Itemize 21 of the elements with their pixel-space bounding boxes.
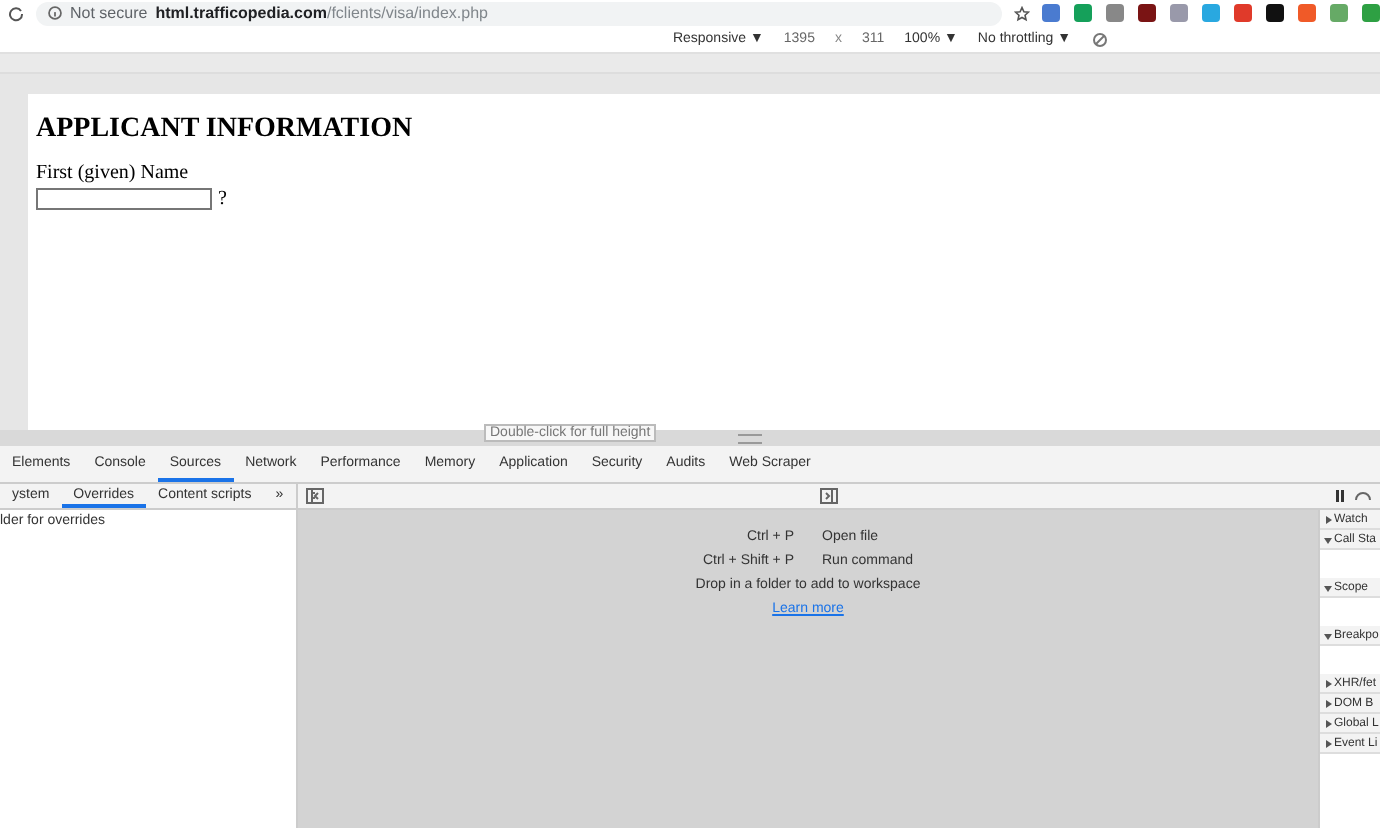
disclosure-triangle-icon[interactable]	[1324, 535, 1332, 543]
disclosure-triangle-icon[interactable]	[1324, 515, 1332, 523]
star-icon[interactable]	[1014, 5, 1030, 21]
security-label: Not secure	[70, 4, 148, 22]
disclosure-triangle-icon[interactable]	[1324, 739, 1332, 747]
disclosure-triangle-icon[interactable]	[1324, 719, 1332, 727]
reload-icon[interactable]	[8, 5, 24, 21]
sidebar-toggle-icon[interactable]	[820, 488, 838, 504]
disclosure-triangle-icon[interactable]	[1324, 699, 1332, 707]
page-heading: APPLICANT INFORMATION	[36, 114, 415, 146]
step-over-icon[interactable]	[1354, 490, 1372, 502]
info-icon[interactable]	[48, 6, 62, 20]
disclosure-triangle-icon[interactable]	[1324, 631, 1332, 639]
url-text[interactable]: html.trafficopedia.com/fclients/visa/index.php	[155, 4, 488, 22]
disclosure-triangle-icon[interactable]	[1324, 583, 1332, 591]
sidebar-toggle-icon[interactable]	[306, 488, 324, 504]
disclosure-triangle-icon[interactable]	[1324, 679, 1332, 687]
field-label: First (given) Name	[36, 162, 191, 184]
help-mark[interactable]: ?	[218, 188, 227, 210]
input-field[interactable]	[36, 188, 212, 210]
pause-icon[interactable]	[1334, 490, 1346, 502]
